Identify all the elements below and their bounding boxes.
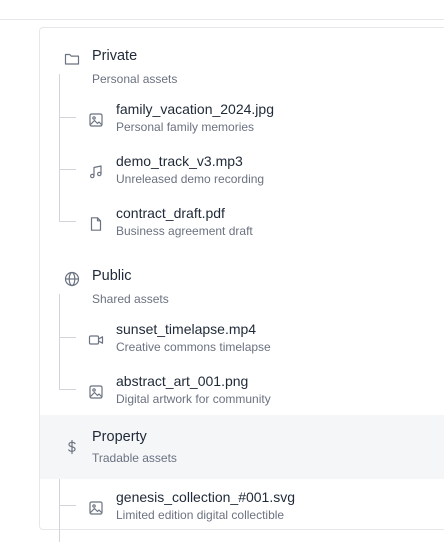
asset-item[interactable]: sunset_timelapse.mp4 Creative commons ti…: [76, 321, 444, 373]
asset-item[interactable]: family_vacation_2024.jpg Personal family…: [76, 101, 444, 153]
file-icon: [88, 216, 104, 232]
asset-description: Creative commons timelapse: [116, 340, 271, 354]
video-icon: [88, 332, 104, 348]
asset-item[interactable]: demo_track_v3.mp3 Unreleased demo record…: [76, 153, 444, 205]
folder-icon: [64, 51, 80, 67]
asset-description: Business agreement draft: [116, 224, 253, 238]
top-divider: [0, 19, 444, 20]
tree-line: [59, 117, 76, 118]
asset-item[interactable]: genesis_collection_#001.svg Limited edit…: [76, 489, 444, 541]
tree-line: [59, 221, 76, 222]
asset-name: demo_track_v3.mp3: [116, 153, 243, 169]
group-public[interactable]: Public Shared assets: [40, 255, 444, 319]
group-private[interactable]: Private Personal assets: [40, 35, 444, 99]
group-subtitle: Personal assets: [92, 72, 178, 86]
asset-name: family_vacation_2024.jpg: [116, 101, 274, 117]
group-title: Public: [92, 268, 132, 284]
asset-item[interactable]: contract_draft.pdf Business agreement dr…: [76, 205, 444, 257]
image-icon: [88, 112, 104, 128]
group-subtitle: Tradable assets: [92, 451, 177, 465]
asset-name: abstract_art_001.png: [116, 373, 249, 389]
music-icon: [88, 164, 104, 180]
asset-name: contract_draft.pdf: [116, 205, 225, 221]
globe-icon: [64, 271, 80, 287]
tree-line: [59, 337, 76, 338]
group-subtitle: Shared assets: [92, 292, 169, 306]
asset-description: Limited edition digital collectible: [116, 508, 285, 522]
dollar-icon: [64, 439, 80, 455]
group-title: Property: [92, 429, 147, 445]
group-property[interactable]: Property Tradable assets: [40, 415, 444, 479]
group-title: Private: [92, 48, 138, 64]
tree-line: [59, 389, 76, 390]
tree-line: [59, 505, 76, 506]
asset-name: genesis_collection_#001.svg: [116, 489, 296, 505]
asset-description: Unreleased demo recording: [116, 172, 265, 186]
asset-name: sunset_timelapse.mp4: [116, 321, 257, 337]
tree-line: [59, 478, 60, 542]
asset-tree-view: Private Personal assets family_vacation_…: [0, 0, 444, 556]
asset-description: Digital artwork for community: [116, 392, 271, 406]
tree-line: [59, 169, 76, 170]
image-icon: [88, 384, 104, 400]
image-icon: [88, 500, 104, 516]
asset-description: Personal family memories: [116, 120, 255, 134]
